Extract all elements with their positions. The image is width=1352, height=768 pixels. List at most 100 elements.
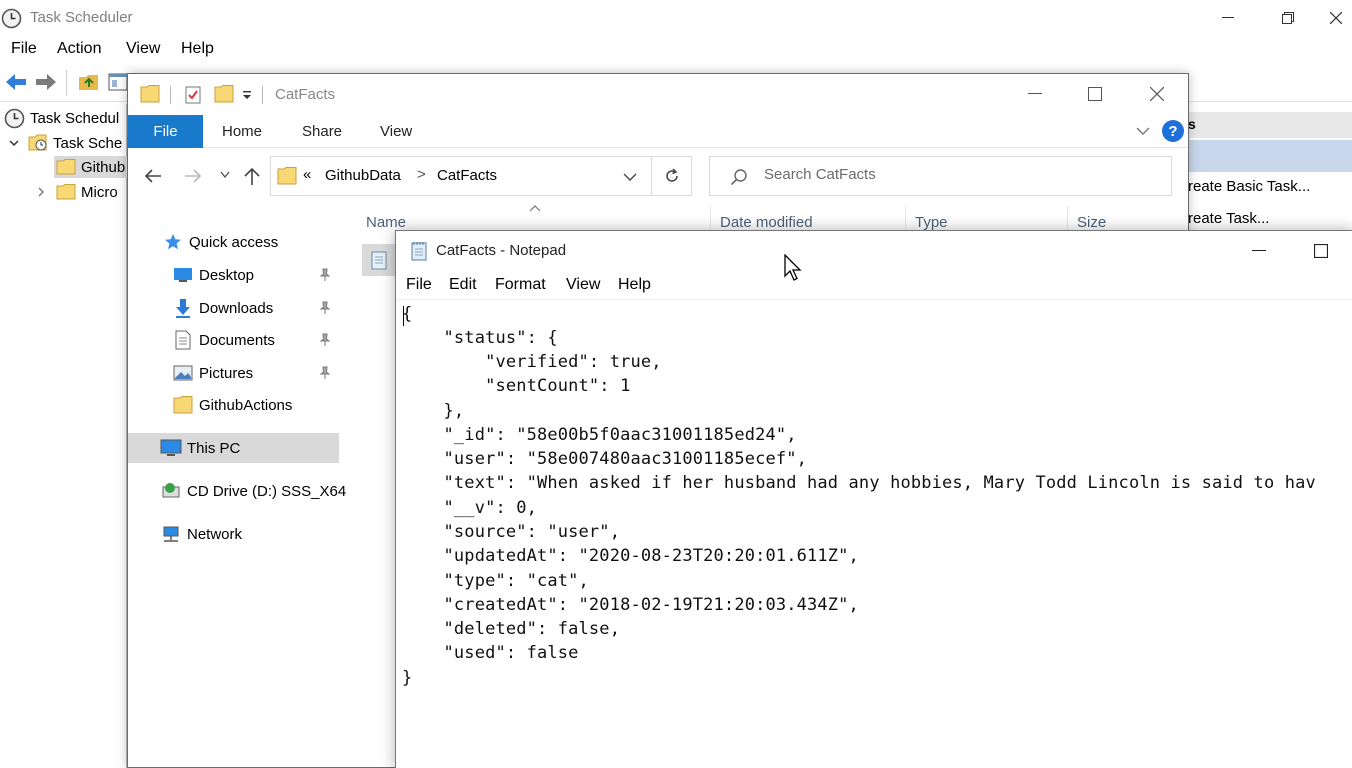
chevron-down-icon[interactable]: [1136, 126, 1150, 136]
menu-view[interactable]: View: [566, 276, 600, 294]
pin-icon[interactable]: [318, 268, 332, 282]
menu-file[interactable]: File: [406, 276, 432, 294]
network-icon: [160, 524, 182, 544]
chevron-down-icon[interactable]: [8, 137, 20, 149]
forward-arrow-icon[interactable]: [34, 72, 58, 92]
editor-line: "user": "58e007480aac31001185ecef",: [402, 449, 808, 469]
notepad-maximize-button[interactable]: [1298, 235, 1344, 267]
clock-icon: [4, 108, 25, 128]
new-folder-icon[interactable]: [214, 85, 234, 103]
breadcrumb-separator[interactable]: >: [417, 166, 426, 183]
ribbon-tab-share[interactable]: Share: [302, 123, 342, 140]
notepad-minimize-button[interactable]: [1236, 235, 1282, 267]
explorer-minimize-button[interactable]: [1012, 78, 1058, 110]
address-bar[interactable]: « GithubData > CatFacts: [270, 156, 652, 196]
breadcrumb-githubdata[interactable]: GithubData: [325, 167, 401, 184]
nav-pictures[interactable]: Pictures: [172, 358, 253, 388]
minimize-button[interactable]: [1205, 2, 1251, 34]
help-icon[interactable]: ?: [1161, 119, 1185, 143]
explorer-close-button[interactable]: [1134, 78, 1180, 110]
minimize-icon: [1252, 250, 1266, 251]
search-icon: [730, 169, 747, 186]
editor-line: "verified": true,: [402, 352, 662, 372]
maximize-icon: [1314, 244, 1328, 258]
close-button[interactable]: [1320, 2, 1352, 34]
tree-node-githubdata[interactable]: Github: [54, 156, 127, 178]
menu-file[interactable]: File: [11, 40, 37, 58]
notepad-title: CatFacts - Notepad: [436, 242, 567, 259]
back-arrow-icon[interactable]: [143, 167, 163, 185]
chevron-right-icon[interactable]: [36, 186, 46, 198]
nav-cd-drive[interactable]: CD Drive (D:) SSS_X64: [160, 476, 346, 506]
customize-qat-icon[interactable]: [242, 90, 252, 100]
explorer-maximize-button[interactable]: [1072, 78, 1118, 110]
action-create-basic-task[interactable]: reate Basic Task...: [1188, 178, 1310, 195]
up-arrow-icon[interactable]: [243, 166, 261, 186]
folder-icon: [56, 159, 76, 175]
search-input[interactable]: [764, 166, 1144, 183]
editor-line: "deleted": false,: [402, 619, 621, 639]
column-size[interactable]: Size: [1077, 214, 1106, 231]
pin-icon[interactable]: [318, 366, 332, 380]
refresh-button[interactable]: [652, 156, 692, 196]
nav-network[interactable]: Network: [160, 519, 242, 549]
column-name[interactable]: Name: [366, 214, 406, 231]
nav-desktop[interactable]: Desktop: [172, 260, 254, 290]
menu-help[interactable]: Help: [618, 276, 651, 294]
search-box: [709, 156, 1172, 196]
column-date-modified[interactable]: Date modified: [720, 214, 813, 231]
document-icon: [172, 330, 194, 350]
refresh-icon: [665, 168, 678, 182]
tree-node-task-scheduler-library[interactable]: Task Sche: [8, 132, 122, 154]
properties-icon[interactable]: [184, 84, 202, 104]
editor-line: "text": "When asked if her husband had a…: [402, 473, 1316, 493]
breadcrumb-overflow[interactable]: «: [303, 166, 311, 183]
restore-button[interactable]: [1265, 2, 1311, 34]
editor-line: }: [402, 668, 413, 688]
restore-icon: [1282, 12, 1294, 24]
menu-view[interactable]: View: [126, 40, 160, 58]
menu-help[interactable]: Help: [181, 40, 214, 58]
ribbon-tab-view[interactable]: View: [380, 123, 412, 140]
ribbon-tab-file[interactable]: File: [128, 115, 203, 148]
show-hide-console-icon[interactable]: [108, 72, 128, 92]
nav-quick-access[interactable]: Quick access: [162, 227, 278, 257]
editor-line: "updatedAt": "2020-08-23T20:20:01.611Z",: [402, 546, 859, 566]
explorer-title: CatFacts: [275, 86, 336, 103]
nav-this-pc[interactable]: This PC: [128, 433, 339, 463]
tree-node-task-scheduler-local[interactable]: Task Schedul: [4, 107, 119, 129]
address-row: « GithubData > CatFacts: [128, 154, 1188, 198]
menu-edit[interactable]: Edit: [449, 276, 477, 294]
chevron-down-icon[interactable]: [623, 172, 637, 182]
actions-header: s: [1188, 112, 1352, 138]
editor-line: },: [402, 401, 465, 421]
ribbon-tab-home[interactable]: Home: [222, 123, 262, 140]
pin-icon[interactable]: [318, 333, 332, 347]
menu-format[interactable]: Format: [495, 276, 546, 294]
picture-icon: [172, 363, 194, 383]
clock-icon: [1, 8, 22, 29]
tree-node-microsoft[interactable]: Micro: [36, 181, 118, 203]
action-create-task[interactable]: reate Task...: [1188, 210, 1269, 227]
menu-action[interactable]: Action: [57, 40, 101, 58]
nav-documents[interactable]: Documents: [172, 325, 275, 355]
column-type[interactable]: Type: [915, 214, 948, 231]
back-arrow-icon[interactable]: [4, 72, 28, 92]
breadcrumb-catfacts[interactable]: CatFacts: [437, 167, 497, 184]
editor-line: "source": "user",: [402, 522, 621, 542]
forward-arrow-icon[interactable]: [183, 167, 203, 185]
clock-folder-icon: [28, 134, 47, 151]
recent-locations-icon[interactable]: [220, 171, 230, 179]
explorer-ribbon: File Home Share View ?: [128, 114, 1188, 148]
download-arrow-icon: [172, 298, 194, 318]
pin-icon[interactable]: [318, 301, 332, 315]
nav-githubactions[interactable]: GithubActions: [172, 390, 292, 420]
up-folder-icon[interactable]: [78, 72, 100, 92]
file-row-selected[interactable]: [362, 244, 396, 276]
nav-downloads[interactable]: Downloads: [172, 293, 273, 323]
qat-separator: [170, 86, 171, 104]
text-editor[interactable]: { "status": { "verified": true, "sentCou…: [396, 299, 1352, 768]
navigation-pane: Quick access Desktop Downloads Documents…: [128, 198, 346, 768]
folder-icon: [277, 167, 297, 185]
close-icon: [1150, 87, 1164, 101]
